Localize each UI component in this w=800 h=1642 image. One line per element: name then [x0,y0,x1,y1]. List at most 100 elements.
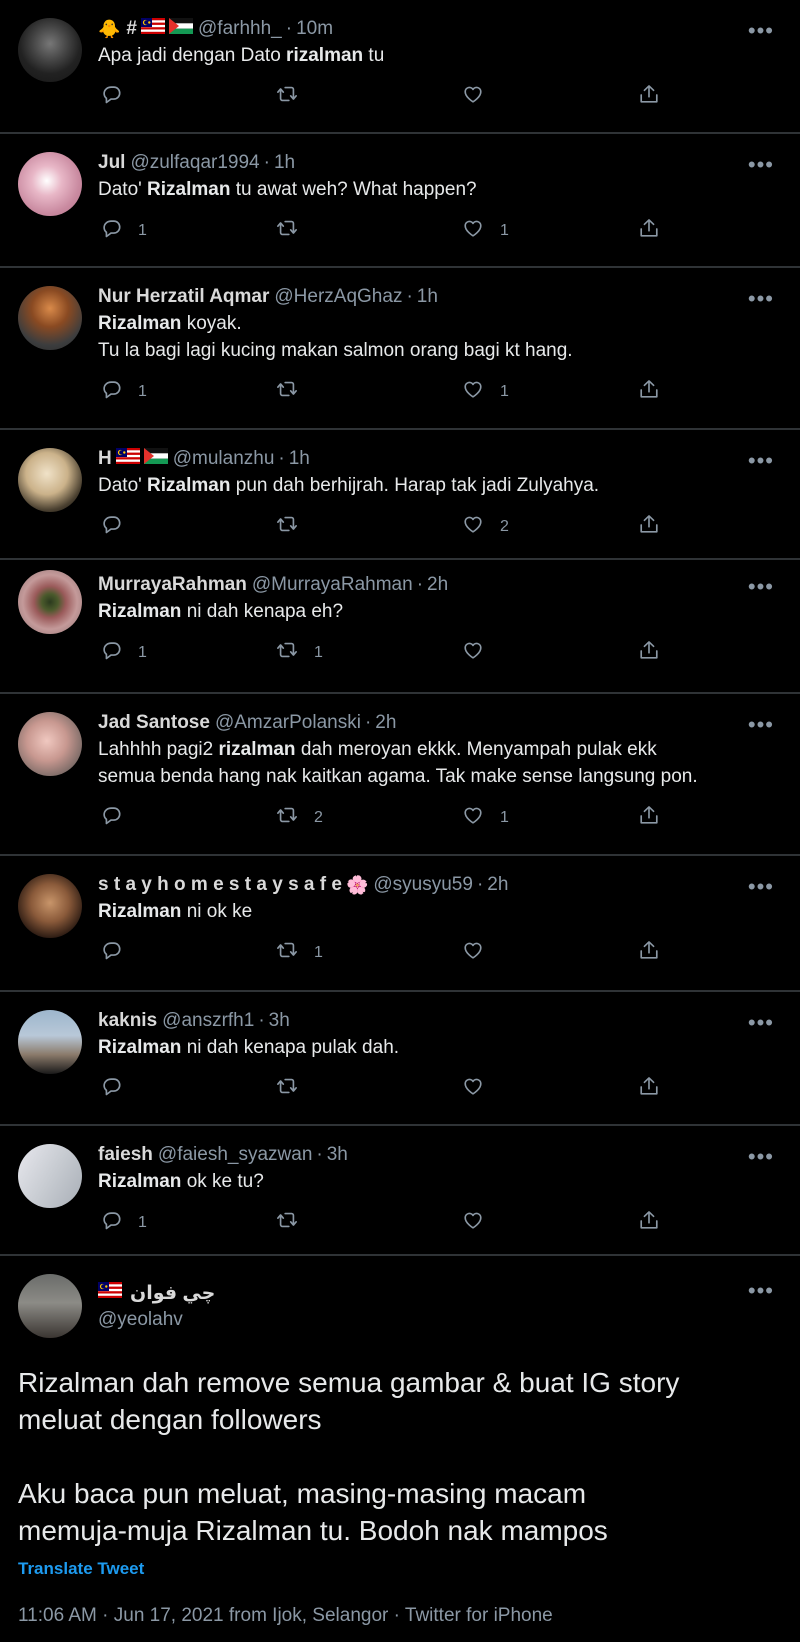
display-name[interactable]: Nur Herzatil Aqmar [98,284,269,310]
more-icon[interactable]: ••• [748,20,774,42]
share-button[interactable] [638,217,660,244]
main-display-name[interactable]: چي فوان [98,1282,215,1305]
like-button[interactable] [462,639,484,666]
timestamp[interactable]: 3h [327,1142,348,1168]
handle[interactable]: @syusyu59 [373,872,473,898]
display-name[interactable]: Jad Santose [98,710,210,736]
timestamp[interactable]: 2h [487,872,508,898]
share-icon [638,378,660,405]
like-button[interactable] [462,939,484,966]
tweet[interactable]: ••• faiesh @faiesh_syazwan · 3h Rizalman ok k… [0,1126,800,1256]
like-button[interactable]: 2 [462,513,509,540]
share-button[interactable] [638,513,660,540]
handle[interactable]: @zulfaqar1994 [130,150,259,176]
display-name[interactable]: faiesh [98,1142,153,1168]
tweet[interactable]: ••• kaknis @anszrfh1 · 3h Rizalman ni dah ken… [0,992,800,1126]
tweet[interactable]: ••• 🐥 # @farhhh_ · 10m Apa jadi dengan Dato ri… [0,0,800,134]
reply-button[interactable] [100,804,122,831]
retweet-button[interactable]: 1 [276,639,323,666]
display-name[interactable]: # [126,16,137,42]
tweet[interactable]: ••• H @mulanzhu · 1h Dato' Rizalman pun dah b… [0,430,800,560]
timestamp[interactable]: 1h [289,446,310,472]
retweet-button[interactable] [276,513,298,540]
handle[interactable]: @MurrayaRahman [252,572,413,598]
handle[interactable]: @farhhh_ [198,16,282,42]
like-button[interactable]: 1 [462,804,509,831]
share-button[interactable] [638,1209,660,1236]
translate-tweet-link[interactable]: Translate Tweet [18,1559,782,1579]
like-button[interactable] [462,1209,484,1236]
reply-button[interactable] [100,939,122,966]
more-icon[interactable]: ••• [748,1146,774,1168]
retweet-button[interactable] [276,217,298,244]
display-name[interactable]: kaknis [98,1008,157,1034]
retweet-button[interactable] [276,83,298,110]
tweet[interactable]: ••• Jad Santose @AmzarPolanski · 2h Lahhhh pa… [0,694,800,856]
share-button[interactable] [638,83,660,110]
timestamp[interactable]: 3h [269,1008,290,1034]
tweet[interactable]: ••• MurrayaRahman @MurrayaRahman · 2h Rizalma… [0,560,800,694]
reply-button[interactable]: 1 [100,378,147,405]
avatar[interactable] [18,570,82,634]
like-button[interactable]: 1 [462,217,509,244]
reply-button[interactable] [100,1075,122,1102]
display-name[interactable]: MurrayaRahman [98,572,247,598]
share-button[interactable] [638,939,660,966]
like-button[interactable] [462,83,484,110]
more-icon[interactable]: ••• [748,450,774,472]
retweet-button[interactable] [276,378,298,405]
retweet-button[interactable]: 1 [276,939,323,966]
handle[interactable]: @faiesh_syazwan [158,1142,312,1168]
handle[interactable]: @HerzAqGhaz [274,284,402,310]
reply-button[interactable]: 1 [100,1209,147,1236]
timestamp[interactable]: 10m [296,16,333,42]
retweet-icon [276,513,298,540]
tweet[interactable]: ••• Nur Herzatil Aqmar @HerzAqGhaz · 1h Rizal… [0,268,800,430]
more-icon[interactable]: ••• [748,288,774,310]
like-button[interactable]: 1 [462,378,509,405]
display-name[interactable]: H [98,446,112,472]
more-icon[interactable]: ••• [748,1280,774,1302]
reply-button[interactable] [100,83,122,110]
reply-icon [100,83,122,110]
share-button[interactable] [638,804,660,831]
retweet-button[interactable] [276,1075,298,1102]
retweet-button[interactable] [276,1209,298,1236]
more-icon[interactable]: ••• [748,714,774,736]
timestamp[interactable]: 2h [427,572,448,598]
handle[interactable]: @anszrfh1 [162,1008,254,1034]
like-button[interactable] [462,1075,484,1102]
more-icon[interactable]: ••• [748,154,774,176]
avatar[interactable] [18,152,82,216]
avatar[interactable] [18,712,82,776]
more-icon[interactable]: ••• [748,576,774,598]
display-name[interactable]: Jul [98,150,125,176]
reply-button[interactable]: 1 [100,639,147,666]
timestamp[interactable]: 2h [375,710,396,736]
share-button[interactable] [638,1075,660,1102]
timestamp[interactable]: 1h [274,150,295,176]
more-icon[interactable]: ••• [748,876,774,898]
display-name[interactable]: s t a y h o m e s t a y s a f e [98,872,342,898]
share-button[interactable] [638,378,660,405]
avatar[interactable] [18,18,82,82]
main-handle[interactable]: @yeolahv [98,1309,215,1331]
avatar[interactable] [18,874,82,938]
retweet-button[interactable]: 2 [276,804,323,831]
highlighted-term: rizalman [286,45,364,66]
highlighted-term: Rizalman [147,179,231,200]
tweet[interactable]: ••• Jul @zulfaqar1994 · 1h Dato' Rizalman tu … [0,134,800,268]
tweet[interactable]: ••• s t a y h o m e s t a y s a f e 🌸 @syus… [0,856,800,992]
timestamp[interactable]: 1h [417,284,438,310]
avatar[interactable] [18,448,82,512]
avatar[interactable] [18,1144,82,1208]
handle[interactable]: @mulanzhu [173,446,275,472]
handle[interactable]: @AmzarPolanski [215,710,361,736]
avatar[interactable] [18,1010,82,1074]
more-icon[interactable]: ••• [748,1012,774,1034]
avatar[interactable] [18,286,82,350]
avatar[interactable] [18,1274,82,1338]
share-button[interactable] [638,639,660,666]
reply-button[interactable] [100,513,122,540]
reply-button[interactable]: 1 [100,217,147,244]
